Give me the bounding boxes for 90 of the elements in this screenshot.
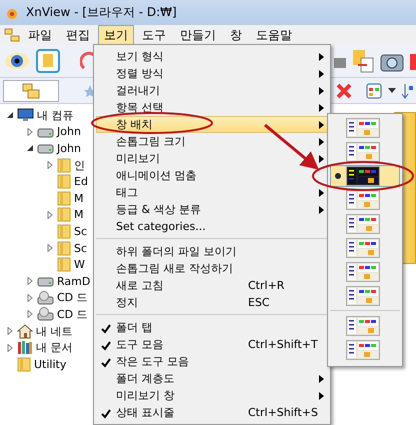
layout-icon <box>346 316 380 336</box>
folder-icon <box>57 257 71 272</box>
export-icon[interactable] <box>352 49 374 73</box>
menu-item[interactable]: Set categories... <box>96 218 328 235</box>
radio-dot-icon <box>335 173 341 179</box>
expand-icon[interactable] <box>46 244 54 252</box>
layout-icon <box>346 142 380 162</box>
layout-icon[interactable] <box>366 82 382 98</box>
drive-icon <box>37 126 54 138</box>
tree-item[interactable]: CD 드 <box>57 290 88 306</box>
tree-item[interactable]: John <box>57 142 81 155</box>
cd-drive-icon <box>37 307 54 322</box>
eye-icon[interactable] <box>4 50 30 72</box>
tree-item[interactable]: John <box>57 125 81 138</box>
caret-icon[interactable] <box>388 88 396 94</box>
menu-item[interactable]: 새로 고침 Ctrl+R <box>96 277 328 294</box>
menu-title[interactable]: 만들기 <box>174 24 222 46</box>
menu-title[interactable]: 편집 <box>60 24 96 46</box>
collapse-icon[interactable] <box>6 111 14 120</box>
drive-icon <box>37 275 54 288</box>
menu-item[interactable]: 폴더 탭 <box>96 319 328 336</box>
expand-icon[interactable] <box>26 310 34 318</box>
menu-item[interactable]: 상태 표시줄 Ctrl+Shift+S <box>96 404 328 421</box>
menu-item[interactable]: 미리보기 창 <box>96 387 328 404</box>
fullscreen-icon[interactable] <box>36 49 60 73</box>
refresh-icon[interactable] <box>80 50 96 72</box>
menu-item[interactable]: 작은 도구 모음 <box>96 353 328 370</box>
tree-item[interactable]: RamD <box>57 274 90 288</box>
folders-icon <box>4 28 20 42</box>
folder-icon <box>17 356 31 372</box>
delete-icon[interactable] <box>336 82 352 98</box>
menu-item[interactable]: 창 배치 <box>96 116 328 133</box>
computer-icon <box>17 108 34 122</box>
menu-title[interactable]: 도움말 <box>250 24 298 46</box>
layout-icon <box>346 166 380 186</box>
annotation-arrow <box>264 124 319 170</box>
collapse-icon[interactable] <box>26 144 34 152</box>
expand-icon[interactable] <box>46 161 54 170</box>
menu-title[interactable]: 파일 <box>22 24 58 46</box>
folder-tab[interactable] <box>3 80 59 102</box>
folder-icon <box>57 207 71 222</box>
expand-icon[interactable] <box>46 210 54 219</box>
menu-item[interactable]: 애니메이션 멈춤 <box>96 167 328 184</box>
folder-icon <box>57 190 71 206</box>
folder-icon <box>57 224 71 239</box>
expand-icon[interactable] <box>26 128 34 136</box>
expand-icon[interactable] <box>6 327 14 336</box>
folder-icon <box>57 158 71 173</box>
folders-icon <box>22 82 40 98</box>
expand-icon[interactable] <box>26 277 34 286</box>
layout-icon <box>346 118 380 138</box>
tree-item[interactable]: M <box>74 192 84 205</box>
layout-icon <box>346 340 380 360</box>
tree-item[interactable]: Sc <box>74 224 88 238</box>
menu-title[interactable]: 도구 <box>136 24 172 46</box>
expand-icon[interactable] <box>6 344 14 352</box>
tree-item[interactable]: 내 네트 <box>36 324 72 339</box>
tree-item[interactable]: CD 드 <box>57 306 88 322</box>
layout-icon <box>346 190 380 210</box>
tree-item[interactable]: 내 컴퓨 <box>37 108 74 123</box>
checkmark-icon <box>101 409 111 419</box>
menu-item[interactable]: 정지 ESC <box>96 294 328 311</box>
tree-item[interactable]: 내 문서 <box>36 340 72 356</box>
tree-item[interactable]: W <box>74 258 85 272</box>
folder-icon <box>57 240 71 256</box>
layout-icon <box>346 238 380 258</box>
menu-item[interactable]: 손톱그림 새로 작성하기 <box>96 260 328 277</box>
expand-icon[interactable] <box>26 294 34 302</box>
menu-title[interactable]: 창 <box>224 24 248 46</box>
menu-item[interactable]: 폴더 계층도 <box>96 370 328 387</box>
tree-item[interactable]: M <box>74 208 84 222</box>
menu-item[interactable]: 정렬 방식 <box>96 65 328 82</box>
tree-item[interactable]: Utility <box>34 358 66 371</box>
layout-icon <box>346 262 380 282</box>
sort-icon[interactable] <box>402 82 414 98</box>
books-icon <box>17 340 33 356</box>
tree-item[interactable]: Ed <box>74 175 88 188</box>
tree-item[interactable]: Sc <box>74 242 88 255</box>
drive-icon <box>37 142 54 154</box>
house-icon <box>17 324 33 339</box>
menu-title[interactable]: 보기 <box>98 24 134 46</box>
menu-item[interactable]: 도구 모음 Ctrl+Shift+T <box>96 336 328 353</box>
folder-icon <box>57 174 71 190</box>
layout-option[interactable] <box>330 165 400 187</box>
tree-item[interactable]: 인 <box>74 158 85 173</box>
cd-drive-icon <box>37 290 54 305</box>
window-title: XnView - [브라우저 - D:₩] <box>26 4 177 21</box>
menu-item[interactable]: 하위 폴더의 파일 보이기 <box>96 243 328 260</box>
layout-icon <box>346 214 380 234</box>
layout-icon <box>346 286 380 306</box>
